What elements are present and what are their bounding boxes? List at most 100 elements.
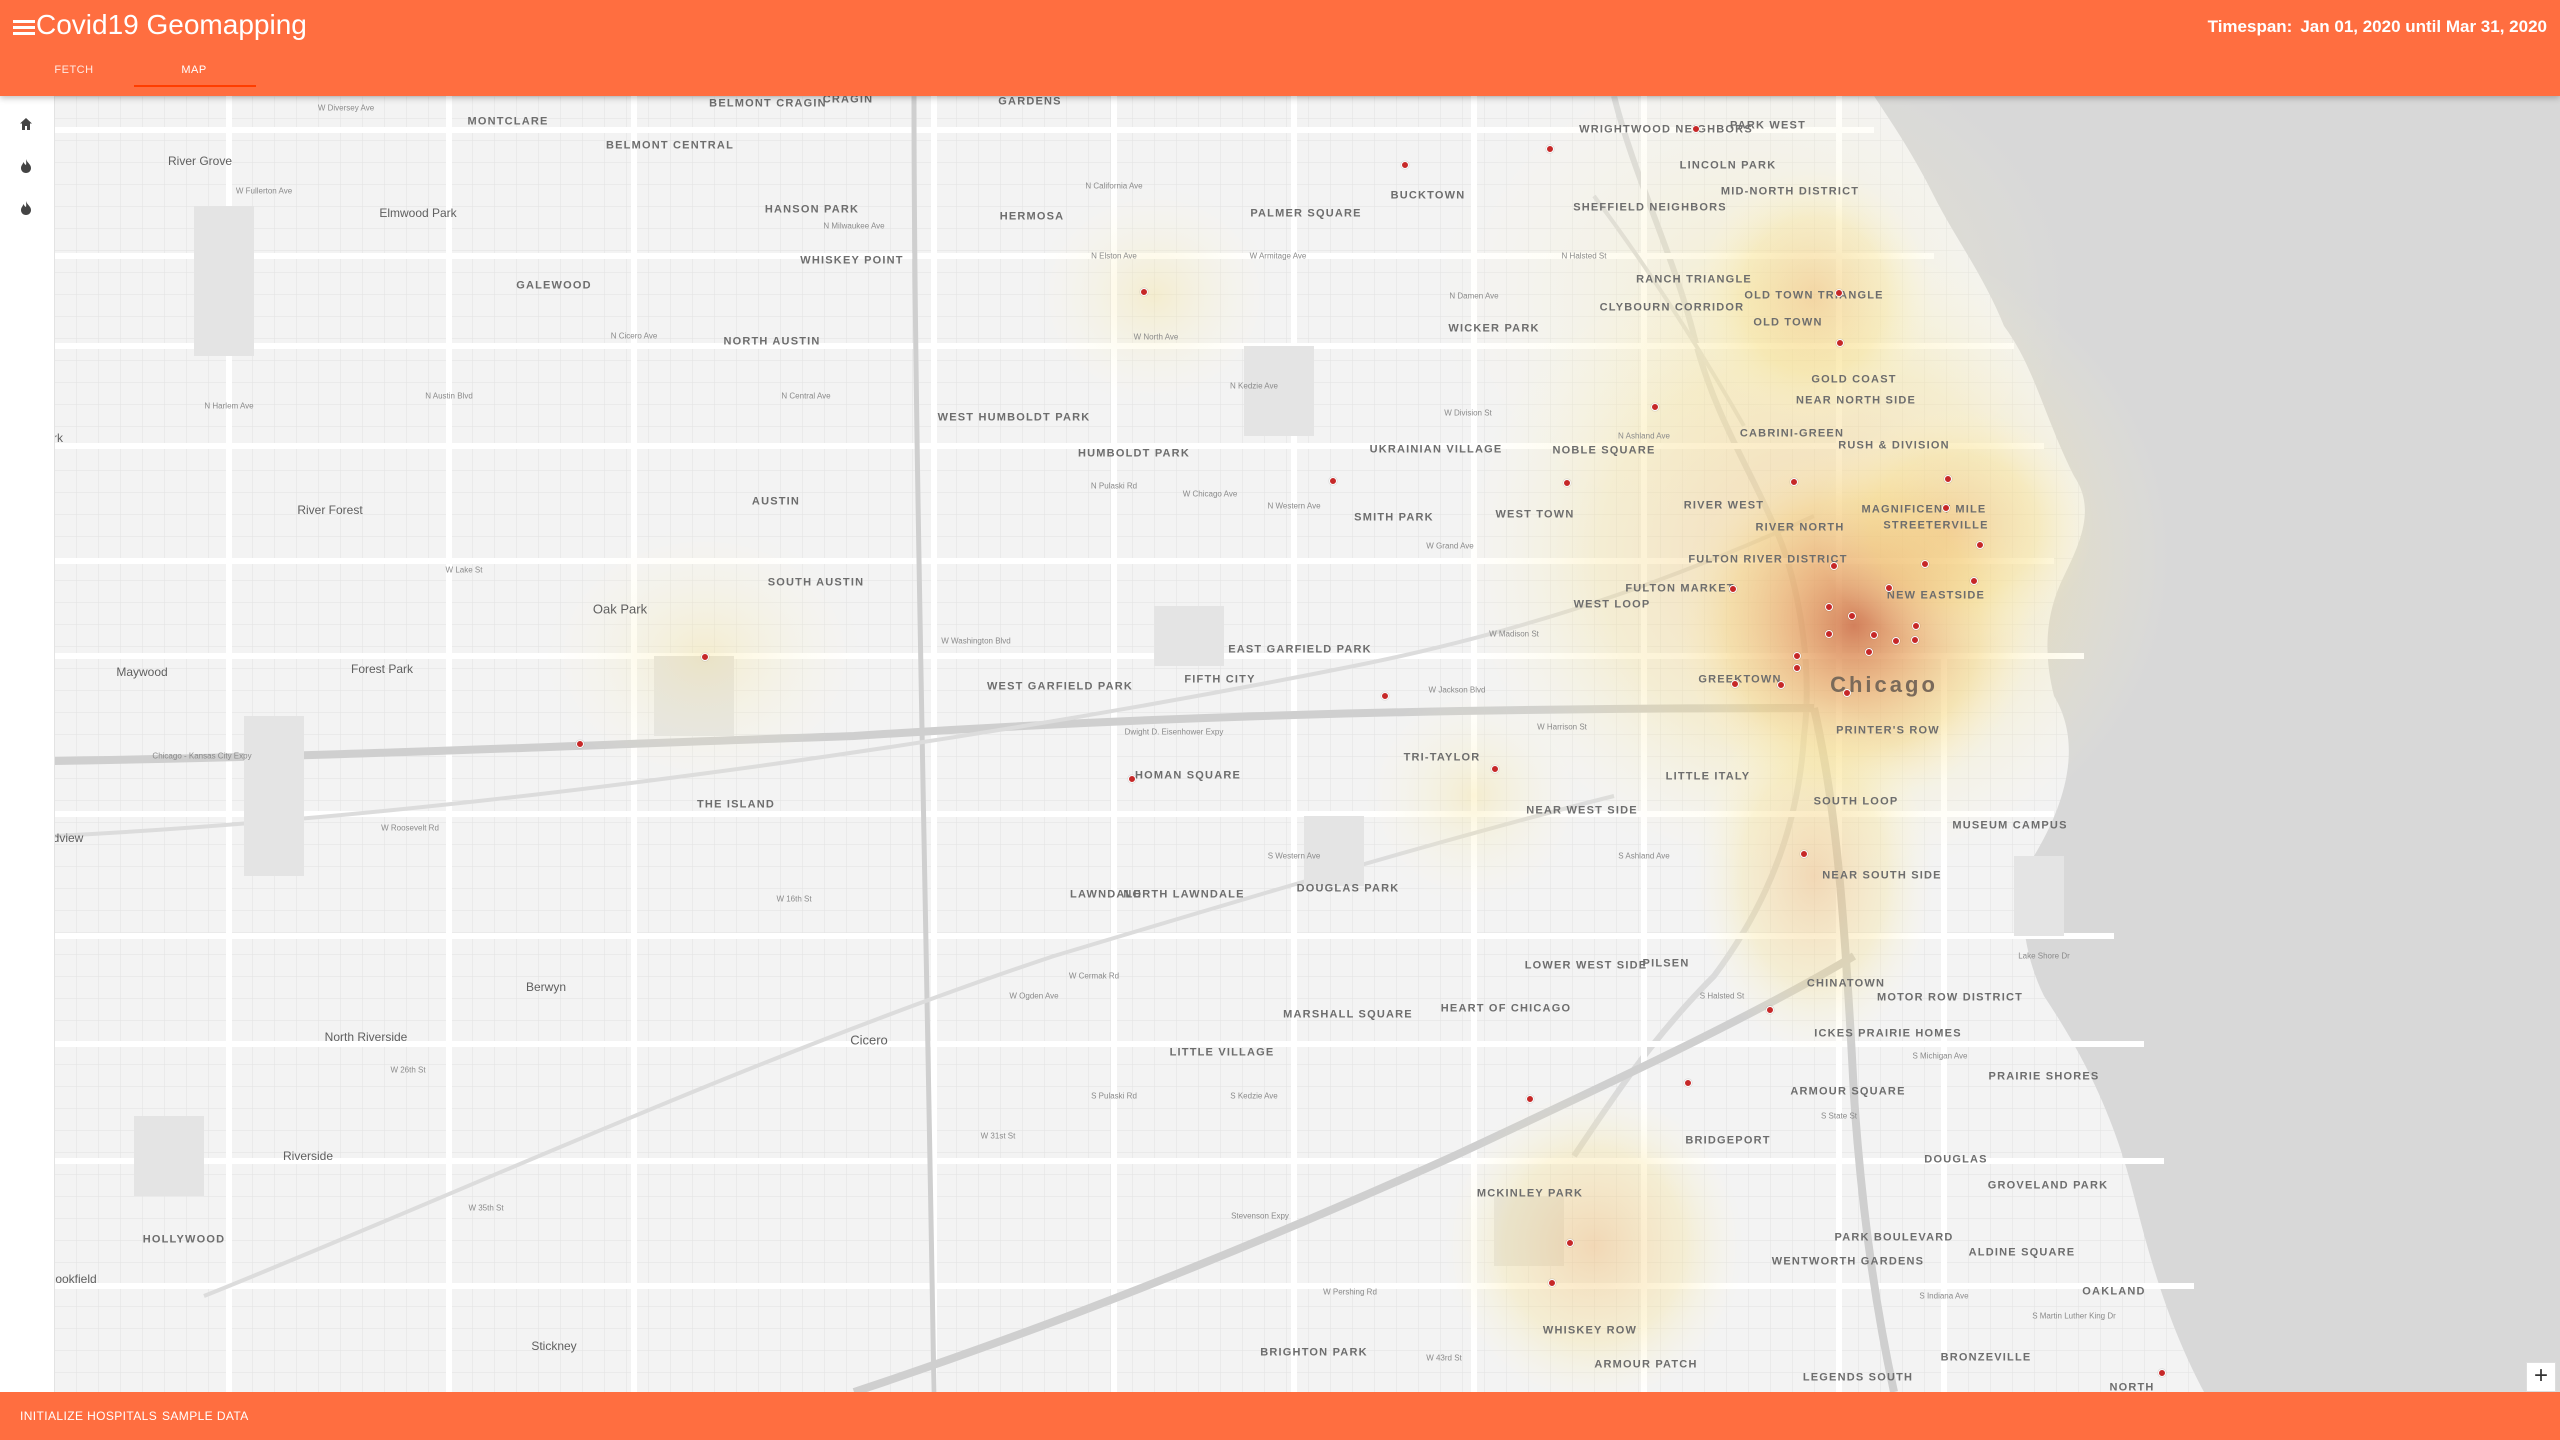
hospital-marker[interactable] <box>1401 161 1409 169</box>
hospital-marker[interactable] <box>701 653 709 661</box>
neighborhood-label: SHEFFIELD NEIGHBORS <box>1573 201 1727 214</box>
neighborhood-label: ALDINE SQUARE <box>1968 1246 2076 1259</box>
hospital-marker[interactable] <box>1836 339 1844 347</box>
home-icon <box>20 118 32 130</box>
hospital-marker[interactable] <box>1976 541 1984 549</box>
hospital-marker[interactable] <box>1128 775 1136 783</box>
hospital-marker[interactable] <box>1766 1006 1774 1014</box>
street-label: W Cermak Rd <box>1068 971 1120 981</box>
hospital-marker[interactable] <box>1491 765 1499 773</box>
street-label: S Martin Luther King Dr <box>2032 1311 2116 1321</box>
hospital-marker[interactable] <box>1140 288 1148 296</box>
neighborhood-label: WEST HUMBOLDT PARK <box>937 411 1091 424</box>
hospital-marker[interactable] <box>1548 1279 1556 1287</box>
initialize-hospitals-button[interactable]: INITIALIZE HOSPITALS <box>20 1405 157 1427</box>
neighborhood-label: HEART OF CHICAGO <box>1440 1002 1572 1015</box>
street-label: W Washington Blvd <box>941 636 1011 646</box>
hospital-marker[interactable] <box>576 740 584 748</box>
hospital-marker[interactable] <box>1800 850 1808 858</box>
neighborhood-label: BRIDGEPORT <box>1685 1134 1771 1147</box>
street-label: N Halsted St <box>1561 251 1607 261</box>
tab-map[interactable]: MAP <box>132 60 256 90</box>
neighborhood-label: GROVELAND PARK <box>1987 1179 2109 1192</box>
place-label: Berwyn <box>525 980 567 994</box>
hospital-marker[interactable] <box>1777 681 1785 689</box>
hospital-marker[interactable] <box>1835 289 1843 297</box>
neighborhood-label: PILSEN <box>1642 957 1690 970</box>
hospital-marker[interactable] <box>1692 125 1700 133</box>
hospital-marker[interactable] <box>1885 584 1893 592</box>
neighborhood-label: PARK BOULEVARD <box>1834 1231 1954 1244</box>
neighborhood-label: BUCKTOWN <box>1390 189 1466 202</box>
hospital-marker[interactable] <box>1892 637 1900 645</box>
street-label: N Harlem Ave <box>204 401 254 411</box>
zoom-in-button[interactable]: + <box>2526 1362 2556 1392</box>
neighborhood-label: FULTON RIVER DISTRICT <box>1688 553 1848 566</box>
hospital-marker[interactable] <box>1970 577 1978 585</box>
hospital-marker[interactable] <box>1825 603 1833 611</box>
neighborhood-label: CABRINI-GREEN <box>1739 427 1845 440</box>
hospital-marker[interactable] <box>1793 652 1801 660</box>
tab-fetch[interactable]: FETCH <box>12 60 136 90</box>
hospital-marker[interactable] <box>1911 636 1919 644</box>
fire-icon <box>21 159 31 173</box>
left-toolbar <box>0 96 55 1392</box>
neighborhood-label: MARSHALL SQUARE <box>1283 1008 1413 1021</box>
hospital-marker[interactable] <box>1848 612 1856 620</box>
street-label: S Ashland Ave <box>1618 851 1670 861</box>
heatmap-layer-button[interactable] <box>13 153 39 179</box>
neighborhood-label: CLYBOURN CORRIDOR <box>1599 301 1745 314</box>
street-label: S Michigan Ave <box>1912 1051 1968 1061</box>
heatmap-layer-button-2[interactable] <box>13 195 39 221</box>
hospital-marker[interactable] <box>1684 1079 1692 1087</box>
hospital-marker[interactable] <box>1546 145 1554 153</box>
hospital-marker[interactable] <box>1944 475 1952 483</box>
hospital-marker[interactable] <box>1329 477 1337 485</box>
hospital-marker[interactable] <box>1942 504 1950 512</box>
hospital-marker[interactable] <box>1921 560 1929 568</box>
hospital-marker[interactable] <box>1793 664 1801 672</box>
place-label: ookfield <box>55 1272 97 1286</box>
hospital-marker[interactable] <box>1381 692 1389 700</box>
street-label: W 31st St <box>980 1131 1016 1141</box>
hospital-marker[interactable] <box>1526 1095 1534 1103</box>
neighborhood-label: OLD TOWN <box>1753 316 1823 329</box>
hospital-marker[interactable] <box>1729 585 1737 593</box>
neighborhood-label: SOUTH LOOP <box>1813 795 1899 808</box>
neighborhood-label: HERMOSA <box>999 210 1065 223</box>
neighborhood-label: GREEKTOWN <box>1698 673 1782 686</box>
place-label: Cicero <box>850 1032 888 1048</box>
hospital-marker[interactable] <box>1651 403 1659 411</box>
hospital-marker[interactable] <box>1825 630 1833 638</box>
street-label: W Grand Ave <box>1426 541 1474 551</box>
neighborhood-label: BELMONT CRAGIN <box>709 97 827 110</box>
neighborhood-label: AUSTIN <box>751 495 801 508</box>
home-button[interactable] <box>13 111 39 137</box>
neighborhood-label: THE ISLAND <box>697 798 775 811</box>
street-label: W Division St <box>1444 408 1492 418</box>
hospital-marker[interactable] <box>1870 631 1878 639</box>
neighborhood-label: WHISKEY POINT <box>800 254 904 267</box>
hospital-marker[interactable] <box>1912 622 1920 630</box>
sample-data-button[interactable]: SAMPLE DATA <box>162 1405 249 1427</box>
timespan-label: Timespan: <box>2207 17 2293 36</box>
hospital-marker[interactable] <box>1843 689 1851 697</box>
hospital-marker[interactable] <box>1731 680 1739 688</box>
map-view[interactable]: BELMONT CRAGIN CRAGIN GARDENS MONTCLARE … <box>54 96 2560 1392</box>
street-label: Dwight D. Eisenhower Expy <box>1124 727 1224 737</box>
hospital-marker[interactable] <box>1865 648 1873 656</box>
neighborhood-label: OLD TOWN TRIANGLE <box>1744 289 1884 302</box>
hospital-marker[interactable] <box>1563 479 1571 487</box>
place-label: River Forest <box>297 503 363 517</box>
hospital-marker[interactable] <box>1790 478 1798 486</box>
hospital-marker[interactable] <box>2158 1369 2166 1377</box>
street-label: N California Ave <box>1085 181 1143 191</box>
hospital-marker[interactable] <box>1830 562 1838 570</box>
place-label: Oak Park <box>592 601 648 617</box>
app-title: Covid19 Geomapping <box>36 9 307 40</box>
hospital-marker[interactable] <box>1566 1239 1574 1247</box>
street-label: W Diversey Ave <box>317 103 375 113</box>
place-label: dview <box>54 831 84 845</box>
place-label: Riverside <box>282 1149 334 1163</box>
neighborhood-label: LINCOLN PARK <box>1679 159 1777 172</box>
